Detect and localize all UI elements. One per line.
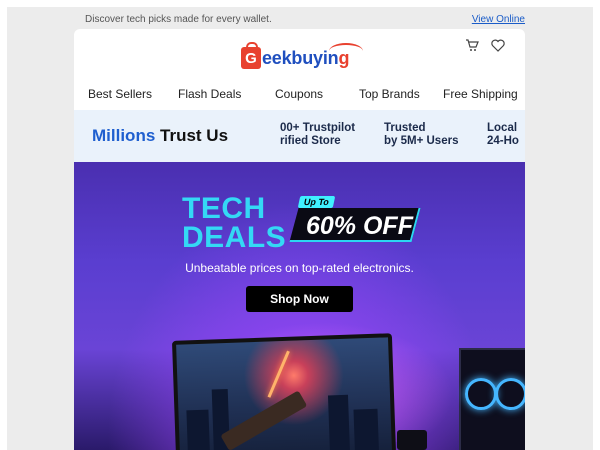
nav-flash-deals[interactable]: Flash Deals	[178, 87, 241, 101]
logo-bag-icon: G	[241, 42, 261, 69]
nav-coupons[interactable]: Coupons	[275, 87, 323, 101]
trust-item-local: Local 24-Ho	[487, 122, 519, 148]
logo-swoosh	[329, 43, 363, 59]
shop-now-button[interactable]: Shop Now	[246, 286, 353, 312]
city-building	[186, 409, 211, 450]
hero-subtitle: Unbeatable prices on top-rated electroni…	[185, 261, 414, 275]
hero-title: TECH DEALS	[182, 192, 287, 254]
console-device	[397, 430, 427, 450]
fan-icon	[495, 378, 525, 410]
trust-item-line: by 5M+ Users	[384, 135, 459, 147]
header-icons	[465, 39, 505, 52]
up-to-badge: Up To	[297, 196, 336, 208]
logo-text-main: eekbuyin	[262, 47, 339, 68]
pc-tower-image	[459, 348, 525, 450]
game-rifle	[220, 390, 308, 450]
trust-item-line: 00+ Trustpilot	[280, 122, 356, 134]
hero-title-deals: DEALS	[182, 221, 287, 254]
email-frame: Discover tech picks made for every walle…	[7, 7, 593, 450]
trust-headline-blue: Millions	[92, 126, 156, 145]
trust-strip: Millions Trust Us 00+ Trustpilot rified …	[74, 110, 525, 162]
geekbuying-logo[interactable]: G eekbuying	[241, 42, 363, 69]
trust-item-users: Trusted by 5M+ Users	[384, 122, 458, 148]
heart-icon[interactable]	[491, 39, 505, 52]
email-card: G eekbuying Best Sellers Flash Deals Cou…	[74, 29, 525, 450]
trust-item-line: Trusted	[384, 122, 426, 134]
lightning-bolt	[267, 350, 290, 398]
trust-item-line: Local	[487, 122, 518, 134]
preheader: Discover tech picks made for every walle…	[85, 12, 525, 28]
hero-title-tech: TECH	[182, 192, 266, 225]
nav-free-shipping[interactable]: Free Shipping	[443, 87, 518, 101]
view-online-link[interactable]: View Online	[472, 14, 525, 25]
city-building	[327, 394, 351, 450]
trust-item-trustpilot: 00+ Trustpilot rified Store	[280, 122, 355, 148]
trust-item-line: rified Store	[280, 135, 341, 147]
preheader-text: Discover tech picks made for every walle…	[85, 14, 272, 25]
trust-headline-rest: Trust Us	[155, 126, 229, 145]
main-nav: Best Sellers Flash Deals Coupons Top Bra…	[74, 87, 525, 105]
gaming-monitor-image	[171, 333, 397, 450]
trust-item-line: 24-Ho	[487, 135, 519, 147]
monitor-screen	[176, 337, 393, 450]
city-building	[353, 408, 380, 450]
nav-top-brands[interactable]: Top Brands	[359, 87, 420, 101]
trust-headline: Millions Trust Us	[92, 126, 228, 146]
nav-best-sellers[interactable]: Best Sellers	[88, 87, 152, 101]
hero-banner[interactable]: TECH DEALS Up To 60% OFF Unbeatable pric…	[74, 162, 525, 450]
cart-icon[interactable]	[465, 39, 479, 52]
fan-icon	[465, 378, 497, 410]
discount-text: 60% OFF	[306, 212, 413, 240]
